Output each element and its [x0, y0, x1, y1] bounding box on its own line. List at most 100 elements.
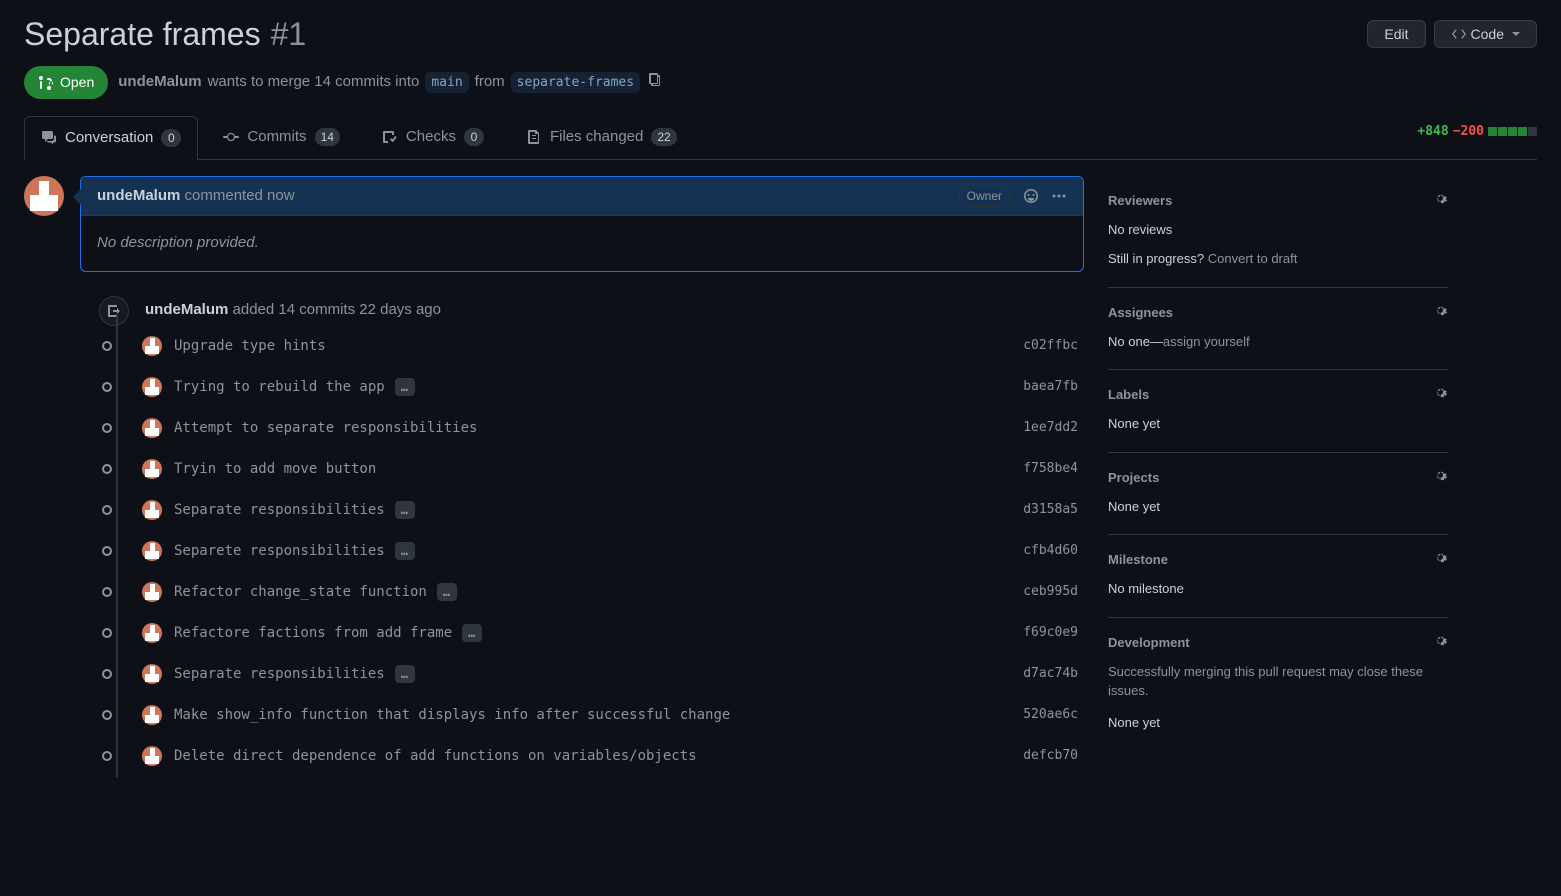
commit-author-avatar[interactable] — [142, 377, 162, 397]
convert-to-draft-link[interactable]: Convert to draft — [1208, 251, 1298, 266]
git-commit-icon — [223, 129, 239, 145]
commit-message[interactable]: Trying to rebuild the app — [174, 377, 385, 398]
commit-message[interactable]: Separate responsibilities — [174, 664, 385, 685]
commit-dot-icon — [102, 546, 112, 556]
comment-body: No description provided. — [81, 216, 1083, 271]
commit-row: Make show_info function that displays in… — [102, 695, 1084, 736]
commit-row: Separate responsibilities … d7ac74b — [102, 654, 1084, 695]
expand-commit-message-button[interactable]: … — [395, 542, 415, 560]
commit-sha[interactable]: c02ffbc — [1023, 336, 1084, 356]
commit-dot-icon — [102, 587, 112, 597]
development-body: Successfully merging this pull request m… — [1108, 662, 1448, 701]
assignees-title: Assignees — [1108, 303, 1173, 323]
commit-row: Attempt to separate responsibilities 1ee7… — [102, 408, 1084, 449]
merge-author[interactable]: undeMalum — [118, 71, 201, 94]
expand-commit-message-button[interactable]: … — [395, 501, 415, 519]
commit-sha[interactable]: baea7fb — [1023, 377, 1084, 397]
emoji-react-button[interactable] — [1023, 188, 1039, 204]
commit-row: Separate responsibilities … d3158a5 — [102, 490, 1084, 531]
projects-title: Projects — [1108, 468, 1159, 488]
commit-row: Delete direct dependence of add function… — [102, 736, 1084, 777]
commit-row: Refactor change_state function … ceb995d — [102, 572, 1084, 613]
state-open-badge: Open — [24, 66, 108, 99]
commit-message[interactable]: Attempt to separate responsibilities — [174, 418, 477, 439]
reviewers-title: Reviewers — [1108, 191, 1172, 211]
commit-sha[interactable]: defcb70 — [1023, 746, 1084, 766]
commit-row: Separete responsibilities … cfb4d60 — [102, 531, 1084, 572]
copy-icon[interactable] — [646, 71, 662, 95]
tab-checks[interactable]: Checks 0 — [365, 115, 501, 159]
commit-author-avatar[interactable] — [142, 418, 162, 438]
commit-dot-icon — [102, 341, 112, 351]
diffstat: +848 −200 — [1417, 122, 1537, 152]
head-branch[interactable]: separate-frames — [511, 72, 640, 94]
commit-author-avatar[interactable] — [142, 746, 162, 766]
conversation-count: 0 — [161, 129, 181, 147]
chevron-down-icon — [1512, 32, 1520, 36]
commit-author-avatar[interactable] — [142, 459, 162, 479]
commit-message[interactable]: Delete direct dependence of add function… — [174, 746, 697, 767]
checks-count: 0 — [464, 128, 484, 146]
commit-sha[interactable]: f69c0e9 — [1023, 623, 1084, 643]
progress-prefix: Still in progress? — [1108, 251, 1204, 266]
code-button[interactable]: Code — [1434, 20, 1537, 48]
commit-dot-icon — [102, 464, 112, 474]
commit-author-avatar[interactable] — [142, 664, 162, 684]
expand-commit-message-button[interactable]: … — [395, 665, 415, 683]
expand-commit-message-button[interactable]: … — [462, 624, 482, 642]
expand-commit-message-button[interactable]: … — [437, 583, 457, 601]
expand-commit-message-button[interactable]: … — [395, 378, 415, 396]
gear-icon[interactable] — [1432, 632, 1448, 654]
commit-dot-icon — [102, 751, 112, 761]
tab-commits[interactable]: Commits 14 — [206, 115, 357, 159]
commit-author-avatar[interactable] — [142, 705, 162, 725]
commit-dot-icon — [102, 628, 112, 638]
commit-message[interactable]: Refactor change_state function — [174, 582, 427, 603]
push-author[interactable]: undeMalum — [145, 301, 228, 318]
kebab-menu-button[interactable] — [1051, 188, 1067, 204]
commit-message[interactable]: Refactore factions from add frame — [174, 623, 452, 644]
commit-row: Tryin to add move button f758be4 — [102, 449, 1084, 490]
assignees-body: No one— — [1108, 334, 1163, 349]
commit-sha[interactable]: 1ee7dd2 — [1023, 418, 1084, 438]
gear-icon[interactable] — [1432, 467, 1448, 489]
commit-message[interactable]: Separete responsibilities — [174, 541, 385, 562]
commit-sha[interactable]: d3158a5 — [1023, 500, 1084, 520]
commit-author-avatar[interactable] — [142, 500, 162, 520]
diffbar-icon — [1488, 127, 1537, 136]
gear-icon[interactable] — [1432, 190, 1448, 212]
commit-author-avatar[interactable] — [142, 336, 162, 356]
tab-files-changed[interactable]: Files changed 22 — [509, 115, 694, 159]
base-branch[interactable]: main — [425, 72, 468, 94]
commit-sha[interactable]: cfb4d60 — [1023, 541, 1084, 561]
commit-author-avatar[interactable] — [142, 541, 162, 561]
commit-sha[interactable]: 520ae6c — [1023, 705, 1084, 725]
checklist-icon — [382, 129, 398, 145]
gear-icon[interactable] — [1432, 302, 1448, 324]
files-count: 22 — [651, 128, 676, 146]
commit-message[interactable]: Tryin to add move button — [174, 459, 376, 480]
commit-row: Trying to rebuild the app … baea7fb — [102, 367, 1084, 408]
avatar[interactable] — [24, 176, 64, 216]
labels-title: Labels — [1108, 385, 1149, 405]
commit-sha[interactable]: f758be4 — [1023, 459, 1084, 479]
edit-button[interactable]: Edit — [1367, 20, 1425, 48]
commit-author-avatar[interactable] — [142, 623, 162, 643]
gear-icon[interactable] — [1432, 549, 1448, 571]
commit-sha[interactable]: ceb995d — [1023, 582, 1084, 602]
commit-message[interactable]: Separate responsibilities — [174, 500, 385, 521]
commit-dot-icon — [102, 423, 112, 433]
tab-conversation[interactable]: Conversation 0 — [24, 116, 198, 160]
projects-body: None yet — [1108, 497, 1448, 517]
commit-row: Refactore factions from add frame … f69c0e… — [102, 613, 1084, 654]
assign-yourself-link[interactable]: assign yourself — [1163, 334, 1250, 349]
commit-sha[interactable]: d7ac74b — [1023, 664, 1084, 684]
commit-message[interactable]: Upgrade type hints — [174, 336, 326, 357]
commit-author-avatar[interactable] — [142, 582, 162, 602]
commit-row: Upgrade type hints c02ffbc — [102, 326, 1084, 367]
comment-discussion-icon — [41, 130, 57, 146]
commit-message[interactable]: Make show_info function that displays in… — [174, 705, 730, 726]
merge-info: undeMalum wants to merge 14 commits into… — [118, 71, 662, 95]
gear-icon[interactable] — [1432, 384, 1448, 406]
comment-author[interactable]: undeMalum — [97, 187, 180, 204]
